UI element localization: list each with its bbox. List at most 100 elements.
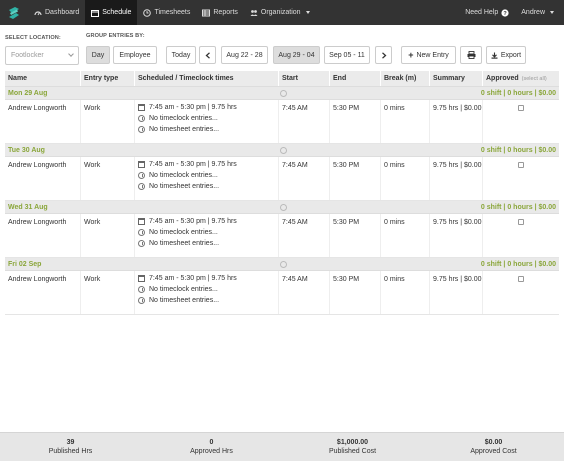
entry-approved <box>483 214 559 257</box>
nav-reports[interactable]: Reports <box>196 0 244 25</box>
timesheet-text[interactable]: No timesheet entries... <box>149 297 219 304</box>
nav-dashboard[interactable]: Dashboard <box>28 0 85 25</box>
select-all-link[interactable]: (select all) <box>522 76 547 82</box>
group-employee-button[interactable]: Employee <box>113 46 157 64</box>
entry-start: 7:45 AM <box>279 100 330 143</box>
clock-icon <box>138 229 145 236</box>
entry-times: 7:45 am - 5:30 pm | 9.75 hrs No timecloc… <box>135 214 279 257</box>
day-summary: 0 shift | 0 hours | $0.00 <box>480 203 556 211</box>
stat-value: 0 <box>209 439 214 446</box>
filter-bar: SELECT LOCATION: GROUP ENTRIES BY: Footl… <box>0 25 564 70</box>
table-row[interactable]: Andrew Longworth Work 7:45 am - 5:30 pm … <box>5 100 559 144</box>
stat-approved-hrs: 0 Approved Hrs <box>141 433 282 461</box>
stat-value: 39 <box>66 439 75 446</box>
timesheet-text[interactable]: No timesheet entries... <box>149 126 219 133</box>
timeclock-text[interactable]: No timeclock entries... <box>149 229 218 236</box>
group-day-button[interactable]: Day <box>86 46 110 64</box>
logo-icon[interactable] <box>0 0 28 25</box>
nav-schedule[interactable]: Schedule <box>85 0 138 25</box>
entry-times: 7:45 am - 5:30 pm | 9.75 hrs No timecloc… <box>135 100 279 143</box>
stat-label: Approved Hrs <box>190 448 233 455</box>
clock-icon <box>138 172 145 179</box>
schedule-table: Name Entry type Scheduled / Timeclock ti… <box>5 71 559 315</box>
col-break[interactable]: Break (m) <box>381 71 430 86</box>
week-label: Aug 29 - 04 <box>278 51 315 59</box>
week-current-button[interactable]: Aug 29 - 04 <box>273 46 320 64</box>
help-label: Need Help <box>465 9 499 16</box>
scheduled-time[interactable]: 7:45 am - 5:30 pm | 9.75 hrs <box>149 218 237 225</box>
approve-checkbox[interactable] <box>518 276 524 282</box>
entry-name: Andrew Longworth <box>5 271 81 314</box>
user-menu[interactable]: Andrew <box>515 0 564 25</box>
nav-organization[interactable]: Organization <box>244 0 316 25</box>
col-entry-type[interactable]: Entry type <box>81 71 135 86</box>
need-help-link[interactable]: Need Help ? <box>459 0 515 25</box>
entry-approved <box>483 100 559 143</box>
clock-icon <box>138 297 145 304</box>
timeclock-text[interactable]: No timeclock entries... <box>149 172 218 179</box>
entry-end: 5:30 PM <box>330 214 381 257</box>
scheduled-time[interactable]: 7:45 am - 5:30 pm | 9.75 hrs <box>149 275 237 282</box>
timeclock-text[interactable]: No timeclock entries... <box>149 115 218 122</box>
next-week-button[interactable] <box>375 46 392 64</box>
table-row[interactable]: Andrew Longworth Work 7:45 am - 5:30 pm … <box>5 214 559 258</box>
week-label: Sep 05 - 11 <box>329 51 365 59</box>
approve-checkbox[interactable] <box>518 162 524 168</box>
nav-label: Reports <box>213 9 238 16</box>
print-button[interactable] <box>460 46 482 64</box>
entry-start: 7:45 AM <box>279 214 330 257</box>
location-select[interactable]: Footlocker <box>5 46 79 65</box>
scheduled-time[interactable]: 7:45 am - 5:30 pm | 9.75 hrs <box>149 104 237 111</box>
approve-checkbox[interactable] <box>518 219 524 225</box>
col-end[interactable]: End <box>330 71 381 86</box>
entry-approved <box>483 271 559 314</box>
scheduled-time[interactable]: 7:45 am - 5:30 pm | 9.75 hrs <box>149 161 237 168</box>
entry-start: 7:45 AM <box>279 157 330 200</box>
entry-break: 0 mins <box>381 271 430 314</box>
week-next-button[interactable]: Sep 05 - 11 <box>324 46 370 64</box>
calendar-icon <box>138 218 145 225</box>
export-button[interactable]: Export <box>486 46 526 64</box>
col-start[interactable]: Start <box>279 71 330 86</box>
print-icon <box>467 51 475 59</box>
group-employee-label: Employee <box>119 51 151 59</box>
stat-value: $0.00 <box>484 439 503 446</box>
timeclock-text[interactable]: No timeclock entries... <box>149 286 218 293</box>
table-row[interactable]: Andrew Longworth Work 7:45 am - 5:30 pm … <box>5 157 559 201</box>
col-name[interactable]: Name <box>5 71 81 86</box>
calendar-icon <box>91 9 100 17</box>
today-button[interactable]: Today <box>166 46 196 64</box>
day-summary: 0 shift | 0 hours | $0.00 <box>480 146 556 154</box>
week-prev-button[interactable]: Aug 22 - 28 <box>221 46 268 64</box>
day-header: Fri 02 Sep 0 shift | 0 hours | $0.00 <box>5 258 559 271</box>
day-header: Tue 30 Aug 0 shift | 0 hours | $0.00 <box>5 144 559 157</box>
approve-checkbox[interactable] <box>518 105 524 111</box>
day-label: Fri 02 Sep <box>8 260 42 268</box>
new-entry-button[interactable]: + New Entry <box>401 46 456 64</box>
day-label: Wed 31 Aug <box>8 203 48 211</box>
prev-week-button[interactable] <box>199 46 216 64</box>
stat-label: Approved Cost <box>470 448 517 455</box>
location-label: SELECT LOCATION: <box>5 35 61 41</box>
chevron-down-icon <box>550 11 554 14</box>
top-nav: Dashboard Schedule Timesheets Reports Or… <box>0 0 564 25</box>
calendar-icon <box>138 161 145 168</box>
footer-stats: 39 Published Hrs 0 Approved Hrs $1,000.0… <box>0 432 564 461</box>
col-summary[interactable]: Summary <box>430 71 483 86</box>
entry-type: Work <box>81 271 135 314</box>
nav-timesheets[interactable]: Timesheets <box>137 0 196 25</box>
entry-end: 5:30 PM <box>330 157 381 200</box>
entry-end: 5:30 PM <box>330 271 381 314</box>
col-times[interactable]: Scheduled / Timeclock times <box>135 71 279 86</box>
nav-label: Dashboard <box>45 9 80 16</box>
clock-icon <box>138 240 145 247</box>
entry-name: Andrew Longworth <box>5 100 81 143</box>
location-value: Footlocker <box>11 52 44 59</box>
timesheet-text[interactable]: No timesheet entries... <box>149 183 219 190</box>
clock-icon <box>138 183 145 190</box>
table-row[interactable]: Andrew Longworth Work 7:45 am - 5:30 pm … <box>5 271 559 315</box>
timesheet-text[interactable]: No timesheet entries... <box>149 240 219 247</box>
calendar-icon <box>138 104 145 111</box>
group-day-label: Day <box>91 51 105 59</box>
day-header: Wed 31 Aug 0 shift | 0 hours | $0.00 <box>5 201 559 214</box>
